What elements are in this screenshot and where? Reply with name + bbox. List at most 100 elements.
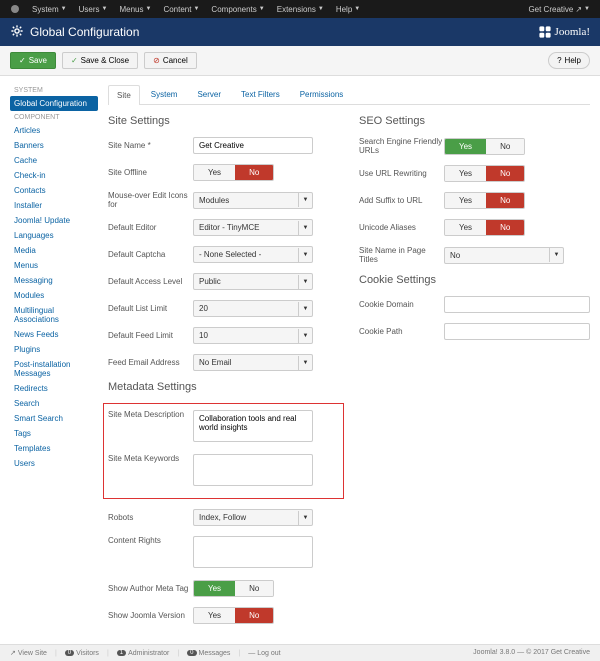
gear-icon [10,24,24,41]
tab-server[interactable]: Server [188,84,230,104]
list-limit-label: Default List Limit [108,304,193,313]
robots-select[interactable]: Index, Follow▼ [193,509,313,526]
access-level-label: Default Access Level [108,277,193,286]
footer-version: Joomla! 3.8.0 — © 2017 Get Creative [473,649,590,657]
chevron-down-icon: ▼ [298,356,312,370]
sidebar-item-cache[interactable]: Cache [10,153,98,168]
sidebar-head-component: COMPONENT [10,111,98,123]
site-name-input[interactable] [193,137,313,154]
chevron-down-icon: ▼ [298,329,312,343]
sidebar-item-joomla-update[interactable]: Joomla! Update [10,213,98,228]
sidebar-item-articles[interactable]: Articles [10,123,98,138]
cancel-icon: ⊘ [153,56,160,65]
feed-limit-select[interactable]: 10▼ [193,327,313,344]
sidebar-item-search[interactable]: Search [10,396,98,411]
view-site-link[interactable]: ↗View Site [10,649,47,657]
unicode-toggle[interactable]: YesNo [444,219,525,236]
metadata-highlight-box: Site Meta DescriptionCollaboration tools… [103,403,344,499]
author-meta-toggle[interactable]: YesNo [193,580,274,597]
sitename-titles-label: Site Name in Page Titles [359,246,444,264]
seo-settings-title: SEO Settings [359,115,590,127]
check-icon: ✓ [71,56,78,65]
sidebar-item-check-in[interactable]: Check-in [10,168,98,183]
list-limit-select[interactable]: 20▼ [193,300,313,317]
suffix-toggle[interactable]: YesNo [444,192,525,209]
sidebar-item-news-feeds[interactable]: News Feeds [10,327,98,342]
cookie-domain-input[interactable] [444,296,590,313]
sidebar-item-smart-search[interactable]: Smart Search [10,411,98,426]
content-rights-label: Content Rights [108,536,193,545]
sidebar-item-multilingual-associations[interactable]: Multilingual Associations [10,303,98,327]
tab-system[interactable]: System [142,84,187,104]
sidebar-item-users[interactable]: Users [10,456,98,471]
sidebar-item-contacts[interactable]: Contacts [10,183,98,198]
rewrite-toggle[interactable]: YesNo [444,165,525,182]
feed-email-select[interactable]: No Email▼ [193,354,313,371]
tab-site[interactable]: Site [108,85,140,105]
menu-system[interactable]: System▼ [28,5,71,14]
sidebar-item-messaging[interactable]: Messaging [10,273,98,288]
meta-keywords-input[interactable] [193,454,313,486]
site-offline-toggle[interactable]: YesNo [193,164,274,181]
sidebar-item-tags[interactable]: Tags [10,426,98,441]
sitename-titles-select[interactable]: No▼ [444,247,564,264]
content-rights-input[interactable] [193,536,313,568]
cookie-domain-label: Cookie Domain [359,300,444,309]
action-toolbar: ✓Save ✓Save & Close ⊘Cancel ?Help [0,46,600,76]
menu-help[interactable]: Help▼ [332,5,364,14]
mouseover-select[interactable]: Modules▼ [193,192,313,209]
menu-menus[interactable]: Menus▼ [115,5,155,14]
joomla-icon[interactable] [6,4,24,14]
sidebar-item-plugins[interactable]: Plugins [10,342,98,357]
admin-stat[interactable]: 1Administrator [117,650,170,657]
sidebar-item-templates[interactable]: Templates [10,441,98,456]
tab-permissions[interactable]: Permissions [291,84,353,104]
visitors-stat[interactable]: 0Visitors [65,650,99,657]
user-menu[interactable]: Get Creative ↗▼ [524,5,594,14]
mouseover-label: Mouse-over Edit Icons for [108,191,193,209]
sidebar-item-redirects[interactable]: Redirects [10,381,98,396]
access-level-select[interactable]: Public▼ [193,273,313,290]
help-button[interactable]: ?Help [548,52,590,69]
sef-toggle[interactable]: YesNo [444,138,525,155]
joomla-version-toggle[interactable]: YesNo [193,607,274,624]
cookie-path-input[interactable] [444,323,590,340]
menu-extensions[interactable]: Extensions▼ [273,5,328,14]
cookie-path-label: Cookie Path [359,327,444,336]
save-close-button[interactable]: ✓Save & Close [62,52,138,69]
sidebar-item-banners[interactable]: Banners [10,138,98,153]
site-settings-title: Site Settings [108,115,339,127]
chevron-down-icon: ▼ [298,248,312,262]
unicode-label: Unicode Aliases [359,223,444,232]
chevron-down-icon: ▼ [298,221,312,235]
default-editor-select[interactable]: Editor - TinyMCE▼ [193,219,313,236]
tab-text-filters[interactable]: Text Filters [232,84,289,104]
logout-link[interactable]: — Log out [248,650,280,657]
question-icon: ? [557,56,561,65]
sidebar-item-global-config[interactable]: Global Configuration [10,96,98,111]
sidebar-item-installer[interactable]: Installer [10,198,98,213]
sidebar: SYSTEM Global Configuration COMPONENT Ar… [10,84,98,634]
meta-desc-input[interactable]: Collaboration tools and real world insig… [193,410,313,442]
cancel-button[interactable]: ⊘Cancel [144,52,197,69]
sidebar-item-modules[interactable]: Modules [10,288,98,303]
external-icon: ↗ [10,649,16,657]
config-tabs: Site System Server Text Filters Permissi… [108,84,590,105]
sidebar-item-post-installation-messages[interactable]: Post-installation Messages [10,357,98,381]
default-captcha-label: Default Captcha [108,250,193,259]
menu-content[interactable]: Content▼ [159,5,203,14]
author-meta-label: Show Author Meta Tag [108,584,193,593]
sidebar-item-media[interactable]: Media [10,243,98,258]
menu-users[interactable]: Users▼ [75,5,112,14]
chevron-down-icon: ▼ [298,302,312,316]
menu-components[interactable]: Components▼ [207,5,268,14]
sidebar-item-menus[interactable]: Menus [10,258,98,273]
feed-email-label: Feed Email Address [108,358,193,367]
default-captcha-select[interactable]: - None Selected -▼ [193,246,313,263]
sidebar-head-system: SYSTEM [10,84,98,96]
save-button[interactable]: ✓Save [10,52,56,69]
sidebar-item-languages[interactable]: Languages [10,228,98,243]
rewrite-label: Use URL Rewriting [359,169,444,178]
messages-stat[interactable]: 0Messages [187,650,230,657]
joomla-brand: Joomla! [538,25,590,39]
